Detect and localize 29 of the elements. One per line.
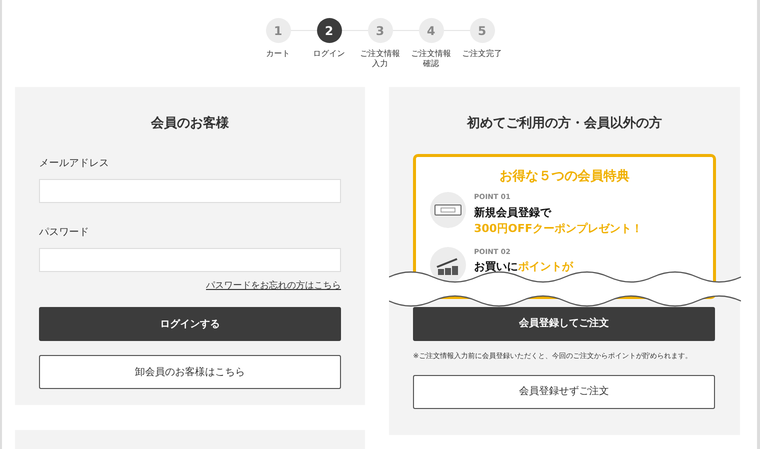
- field-label: パスワード: [39, 226, 90, 240]
- step-number: 3: [368, 18, 392, 43]
- login-button[interactable]: ログインする: [39, 307, 341, 341]
- wholesale-login-button[interactable]: 卸会員のお客様はこちら: [39, 355, 341, 389]
- field-label: メールアドレス: [39, 156, 110, 170]
- step-label: カート: [265, 49, 291, 59]
- step-number: 4: [418, 18, 444, 43]
- step-label: ご注文情報入力: [359, 49, 401, 69]
- step-number: 1: [266, 18, 290, 43]
- guest-order-button[interactable]: 会員登録せずご注文: [413, 374, 715, 408]
- step-label: ログイン: [312, 49, 346, 59]
- register-and-order-button[interactable]: 会員登録してご注文: [413, 306, 715, 340]
- password-field[interactable]: [39, 248, 341, 272]
- benefit-text: 300円OFFクーポンプレゼント！: [474, 220, 642, 236]
- benefit-text: に: [507, 259, 518, 275]
- section-title: 会員のお客様: [150, 114, 230, 133]
- coins-icon: [430, 246, 466, 282]
- benefit-text: お買い: [474, 259, 507, 275]
- benefits-title: お得な５つの会員特典: [498, 168, 630, 186]
- ticket-icon: [430, 192, 466, 228]
- step-number: 5: [470, 18, 494, 43]
- forgot-password-link[interactable]: パスワードをお忘れの方はこちら: [206, 280, 341, 293]
- benefit-text: ポイントが: [518, 259, 573, 275]
- benefit-text: 新規会員登録で: [474, 204, 551, 220]
- section-title: 初めてご利用の方・会員以外の方: [466, 114, 663, 133]
- step-label: ご注文完了: [461, 49, 503, 59]
- step-number: 2: [316, 18, 342, 43]
- step-label: ご注文情報確認: [410, 49, 452, 69]
- email-field[interactable]: [39, 178, 341, 202]
